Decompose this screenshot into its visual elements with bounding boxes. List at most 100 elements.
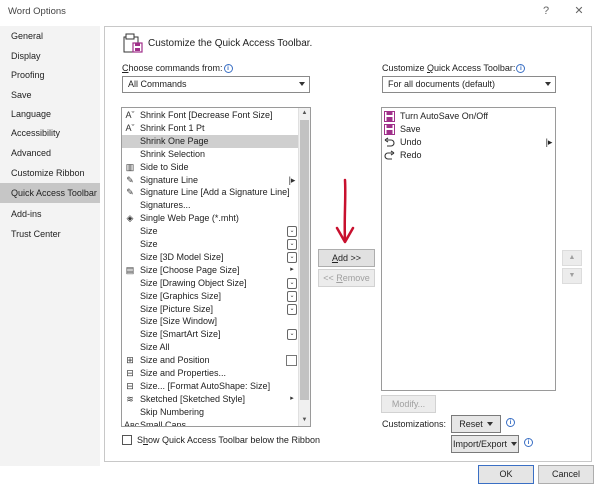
command-label: Shrink Font 1 Pt (140, 122, 205, 133)
size-properties-icon: ⊟ (126, 380, 134, 391)
choose-commands-dropdown[interactable]: All Commands (122, 76, 310, 93)
info-icon[interactable]: i (506, 418, 515, 427)
command-item[interactable]: Signatures... (122, 199, 298, 212)
customize-qat-label: Customize Quick Access Toolbar: i (382, 63, 526, 73)
show-below-ribbon-label: Show Quick Access Toolbar below the Ribb… (137, 435, 320, 445)
nav-item-advanced[interactable]: Advanced (0, 143, 100, 163)
toolbar-item[interactable]: Turn AutoSave On/Off (382, 110, 554, 123)
ok-button[interactable]: OK (478, 465, 534, 484)
toolbar-item-label: Save (400, 124, 421, 134)
scroll-thumb[interactable] (300, 120, 309, 400)
command-item[interactable]: Aˇ Shrink Font 1 Pt (122, 122, 298, 135)
reset-button[interactable]: Reset (451, 415, 501, 433)
info-icon[interactable]: i (524, 438, 533, 447)
remove-button[interactable]: << Remove (318, 269, 375, 287)
font-shrink-icon: Aˇ (125, 122, 135, 133)
command-item[interactable]: ⊞ Size and Position (122, 354, 298, 367)
command-item[interactable]: ✎ Signature Line |▸ (122, 174, 298, 187)
chevron-down-icon (511, 442, 518, 446)
toolbar-item-label: Undo (400, 137, 422, 147)
command-item[interactable]: ▥ Side to Side (122, 161, 298, 174)
toolbar-item[interactable]: Undo |▸ (382, 136, 554, 149)
nav-item-language[interactable]: Language (0, 104, 100, 124)
command-item[interactable]: Shrink Selection (122, 148, 298, 161)
dropdown-indicator-icon: ⌄ (287, 290, 297, 302)
command-item[interactable]: Aˇ Shrink Font [Decrease Font Size] (122, 109, 298, 122)
nav-item-add-ins[interactable]: Add-ins (0, 204, 100, 224)
toolbar-item[interactable]: Redo (382, 149, 554, 162)
nav-item-accessibility[interactable]: Accessibility (0, 123, 100, 143)
move-down-button[interactable]: ▼ (562, 268, 582, 284)
command-item[interactable]: ◈ Single Web Page (*.mht) (122, 212, 298, 225)
command-item[interactable]: Size ⌄ (122, 238, 298, 251)
scroll-down-icon[interactable]: ▼ (299, 415, 310, 426)
command-item[interactable]: ≋ Sketched [Sketched Style] ▸ (122, 393, 298, 406)
side-by-side-icon: ▥ (125, 161, 135, 172)
nav-item-save[interactable]: Save (0, 85, 100, 105)
command-label: Side to Side (140, 161, 189, 172)
command-item[interactable]: Size [Drawing Object Size] ⌄ (122, 277, 298, 290)
command-item[interactable]: ⊟ Size... [Format AutoShape: Size] (122, 380, 298, 393)
info-icon[interactable]: i (516, 64, 526, 73)
choose-commands-label: Choose commands from: i (122, 63, 233, 73)
command-label: Size All (140, 342, 170, 353)
command-label: Size [Picture Size] (140, 303, 214, 314)
commands-list[interactable]: ▲ ▼ Aˇ Shrink Font [Decrease Font Size] Aˇ… (121, 107, 311, 427)
dropdown-indicator-icon: ⌄ (287, 239, 297, 250)
command-label: Single Web Page (*.mht) (140, 213, 239, 224)
window-title: Word Options (8, 6, 66, 17)
toolbar-item[interactable]: Save (382, 123, 554, 136)
command-item[interactable]: Size All (122, 341, 298, 354)
undo-icon (384, 137, 395, 148)
nav-item-customize-ribbon[interactable]: Customize Ribbon (0, 163, 100, 183)
nav-item-display[interactable]: Display (0, 46, 100, 66)
add-button[interactable]: Add >> (318, 249, 375, 267)
toolbar-items-list[interactable]: Turn AutoSave On/Off Save Undo |▸ Redo (381, 107, 556, 391)
command-label: Shrink Font [Decrease Font Size] (140, 110, 273, 120)
command-label: Skip Numbering (140, 406, 205, 417)
size-position-icon: ⊞ (126, 355, 134, 366)
command-item[interactable]: ✎ Signature Line [Add a Signature Line] (122, 186, 298, 199)
command-label: Size and Position (140, 355, 210, 366)
command-item[interactable]: Size [3D Model Size] ⌄ (122, 251, 298, 264)
chevron-down-icon (299, 82, 305, 86)
command-label: Shrink One Page (140, 135, 209, 146)
signature-icon: ✎ (126, 174, 134, 185)
command-item[interactable]: Size [SmartArt Size] ⌄ (122, 328, 298, 341)
dropdown-indicator-icon: ⌄ (287, 303, 297, 315)
commands-scrollbar[interactable]: ▲ ▼ (298, 108, 310, 426)
command-label: Shrink Selection (140, 148, 206, 159)
customize-qat-dropdown[interactable]: For all documents (default) (382, 76, 556, 93)
command-label: Signatures... (140, 200, 191, 211)
command-item[interactable]: Size [Graphics Size] ⌄ (122, 290, 298, 303)
dropdown-indicator-icon: ⌄ (287, 251, 297, 263)
save-icon (384, 124, 395, 135)
command-item[interactable]: Shrink One Page (122, 134, 298, 148)
redo-icon (384, 150, 395, 161)
modify-button[interactable]: Modify... (381, 395, 436, 413)
command-label: Size [SmartArt Size] (140, 329, 221, 340)
nav-item-proofing[interactable]: Proofing (0, 65, 100, 85)
command-item[interactable]: Aʙᴄ Small Caps (122, 419, 298, 426)
command-item[interactable]: ⊟ Size and Properties... (122, 367, 298, 380)
move-up-button[interactable]: ▲ (562, 250, 582, 266)
command-item[interactable]: Size [Size Window] (122, 315, 298, 328)
options-nav: General Display Proofing Save Language Access… (0, 26, 100, 466)
info-icon[interactable]: i (223, 64, 233, 73)
scroll-up-icon[interactable]: ▲ (299, 108, 310, 119)
close-button[interactable]: ✕ (570, 3, 588, 19)
nav-item-trust-center[interactable]: Trust Center (0, 224, 100, 244)
command-label: Size and Properties... (140, 368, 227, 378)
command-item[interactable]: Size ⌄ (122, 225, 298, 238)
nav-item-quick-access-toolbar[interactable]: Quick Access Toolbar (0, 183, 100, 203)
cancel-button[interactable]: Cancel (538, 465, 594, 484)
import-export-button[interactable]: Import/Export (451, 435, 519, 453)
help-button[interactable]: ? (537, 3, 555, 19)
command-item[interactable]: Size [Picture Size] ⌄ (122, 303, 298, 316)
command-item[interactable]: Skip Numbering (122, 406, 298, 419)
command-label: Signature Line [Add a Signature Line] (140, 187, 290, 198)
nav-item-general[interactable]: General (0, 26, 100, 46)
show-below-ribbon-checkbox[interactable] (122, 435, 132, 445)
command-label: Size [3D Model Size] (140, 251, 224, 262)
command-item[interactable]: ▤ Size [Choose Page Size] ▸ (122, 264, 298, 277)
